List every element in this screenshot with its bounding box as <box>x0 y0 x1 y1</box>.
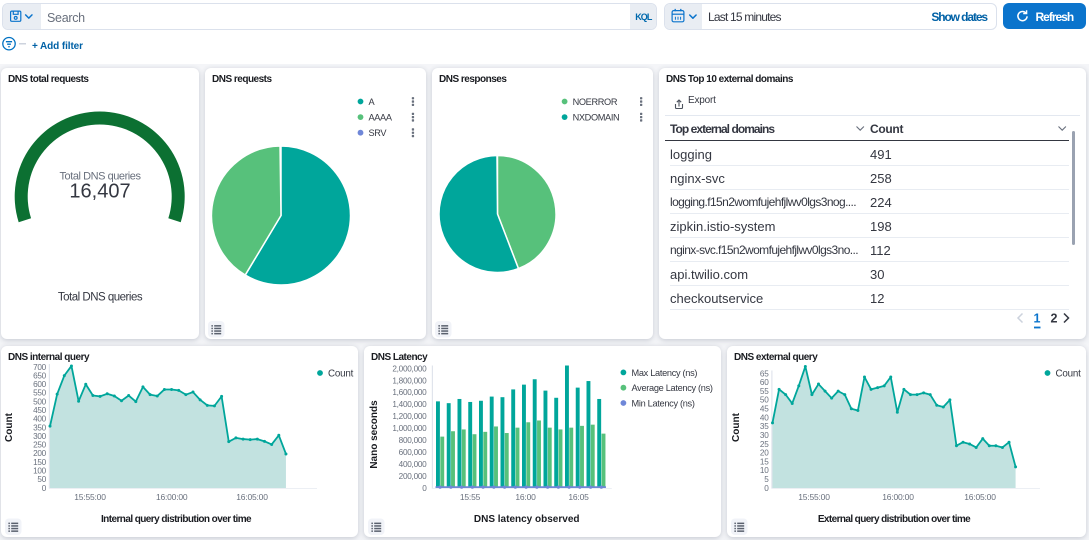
svg-text:300: 300 <box>33 431 47 440</box>
svg-text:250: 250 <box>33 440 47 449</box>
svg-text:150: 150 <box>33 457 47 466</box>
svg-text:10: 10 <box>760 466 769 475</box>
svg-text:16:00:00: 16:00:00 <box>156 492 188 502</box>
svg-text:600,000: 600,000 <box>399 447 428 456</box>
svg-text:16,407: 16,407 <box>69 180 130 202</box>
svg-text:55: 55 <box>760 386 769 395</box>
svg-text:200,000: 200,000 <box>399 471 428 480</box>
svg-text:NOERROR: NOERROR <box>573 96 618 106</box>
svg-text:60: 60 <box>760 378 769 387</box>
svg-text:0: 0 <box>764 483 769 492</box>
svg-text:20: 20 <box>760 448 769 457</box>
svg-text:1,000,000: 1,000,000 <box>392 424 427 433</box>
svg-text:35: 35 <box>760 422 769 431</box>
svg-text:400,000: 400,000 <box>399 459 428 468</box>
svg-text:16:05:00: 16:05:00 <box>236 492 268 502</box>
svg-text:550: 550 <box>33 388 47 397</box>
svg-text:200: 200 <box>33 449 47 458</box>
svg-text:1,800,000: 1,800,000 <box>392 376 427 385</box>
svg-text:15:55:00: 15:55:00 <box>74 492 106 502</box>
svg-text:Count: Count <box>328 368 354 379</box>
svg-text:40: 40 <box>760 413 769 422</box>
svg-text:Count: Count <box>731 412 742 442</box>
svg-text:Total DNS queries: Total DNS queries <box>58 291 143 303</box>
svg-text:Internal query distribution ov: Internal query distribution over time <box>101 514 252 525</box>
svg-text:800,000: 800,000 <box>399 436 428 445</box>
svg-text:50: 50 <box>37 475 46 484</box>
svg-text:A: A <box>369 96 376 106</box>
svg-text:400: 400 <box>33 414 47 423</box>
svg-text:30: 30 <box>760 430 769 439</box>
svg-text:15:55:00: 15:55:00 <box>798 492 830 502</box>
svg-text:15: 15 <box>760 457 769 466</box>
svg-text:16:05: 16:05 <box>568 492 589 502</box>
svg-text:16:00:00: 16:00:00 <box>882 492 914 502</box>
svg-text:NXDOMAIN: NXDOMAIN <box>573 112 620 122</box>
svg-text:45: 45 <box>760 404 769 413</box>
svg-text:2: 2 <box>1051 311 1058 325</box>
svg-text:Count: Count <box>1056 368 1082 379</box>
svg-text:650: 650 <box>33 371 47 380</box>
svg-text:5: 5 <box>764 474 769 483</box>
svg-text:Count: Count <box>4 412 15 442</box>
svg-text:16:00: 16:00 <box>515 492 536 502</box>
svg-text:SRV: SRV <box>369 128 388 138</box>
svg-text:1,200,000: 1,200,000 <box>392 412 427 421</box>
svg-text:Average Latency (ns): Average Latency (ns) <box>632 383 713 393</box>
svg-text:Max Latency (ns): Max Latency (ns) <box>632 367 698 377</box>
svg-text:65: 65 <box>760 369 769 378</box>
svg-text:Refresh: Refresh <box>1035 9 1073 23</box>
svg-text:Nano seconds: Nano seconds <box>369 399 380 468</box>
svg-text:DNS latency observed: DNS latency observed <box>474 514 580 525</box>
svg-text:1,400,000: 1,400,000 <box>392 400 427 409</box>
svg-text:0: 0 <box>42 483 47 492</box>
svg-text:500: 500 <box>33 397 47 406</box>
svg-text:450: 450 <box>33 406 47 415</box>
svg-text:1: 1 <box>1034 311 1041 325</box>
svg-text:AAAA: AAAA <box>369 112 393 122</box>
svg-text:0: 0 <box>422 483 427 492</box>
svg-text:External query distribution ov: External query distribution over time <box>818 514 971 525</box>
svg-text:Min Latency (ns): Min Latency (ns) <box>632 398 695 408</box>
svg-text:50: 50 <box>760 395 769 404</box>
svg-text:350: 350 <box>33 423 47 432</box>
svg-text:600: 600 <box>33 380 47 389</box>
svg-text:2,000,000: 2,000,000 <box>392 364 427 373</box>
svg-text:100: 100 <box>33 466 47 475</box>
svg-text:700: 700 <box>33 362 47 371</box>
svg-text:15:55: 15:55 <box>460 492 481 502</box>
svg-text:16:05:00: 16:05:00 <box>964 492 996 502</box>
svg-text:1,600,000: 1,600,000 <box>392 388 427 397</box>
svg-text:25: 25 <box>760 439 769 448</box>
